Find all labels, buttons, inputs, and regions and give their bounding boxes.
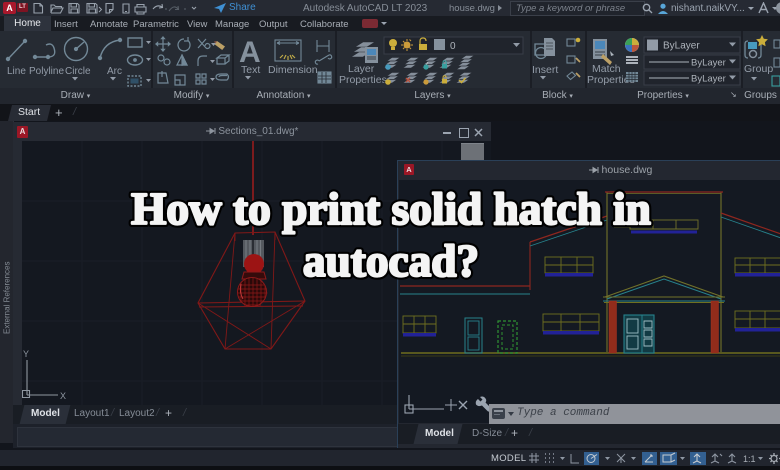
svg-text:Arc: Arc — [107, 66, 122, 77]
svg-text:ByLayer: ByLayer — [663, 41, 700, 52]
svg-text:Properties: Properties — [339, 74, 387, 86]
svg-text:autocad?: autocad? — [303, 236, 479, 286]
svg-text:Circle: Circle — [65, 66, 91, 77]
svg-text:ByLayer: ByLayer — [691, 58, 726, 69]
svg-text:1:1: 1:1 — [743, 454, 756, 464]
svg-text:How to print solid hatch in: How to print solid hatch in — [131, 184, 651, 234]
svg-text:0: 0 — [450, 41, 456, 52]
svg-text:Text: Text — [241, 64, 260, 76]
svg-text:Polyline: Polyline — [29, 66, 64, 77]
svg-text:Insert: Insert — [532, 64, 558, 76]
svg-text:Y: Y — [23, 349, 29, 359]
svg-text:Line: Line — [7, 66, 26, 77]
svg-text:X: X — [60, 391, 66, 401]
svg-text:ByLayer: ByLayer — [691, 74, 726, 85]
svg-text:Dimension: Dimension — [268, 64, 318, 76]
svg-text:Group: Group — [744, 63, 773, 75]
